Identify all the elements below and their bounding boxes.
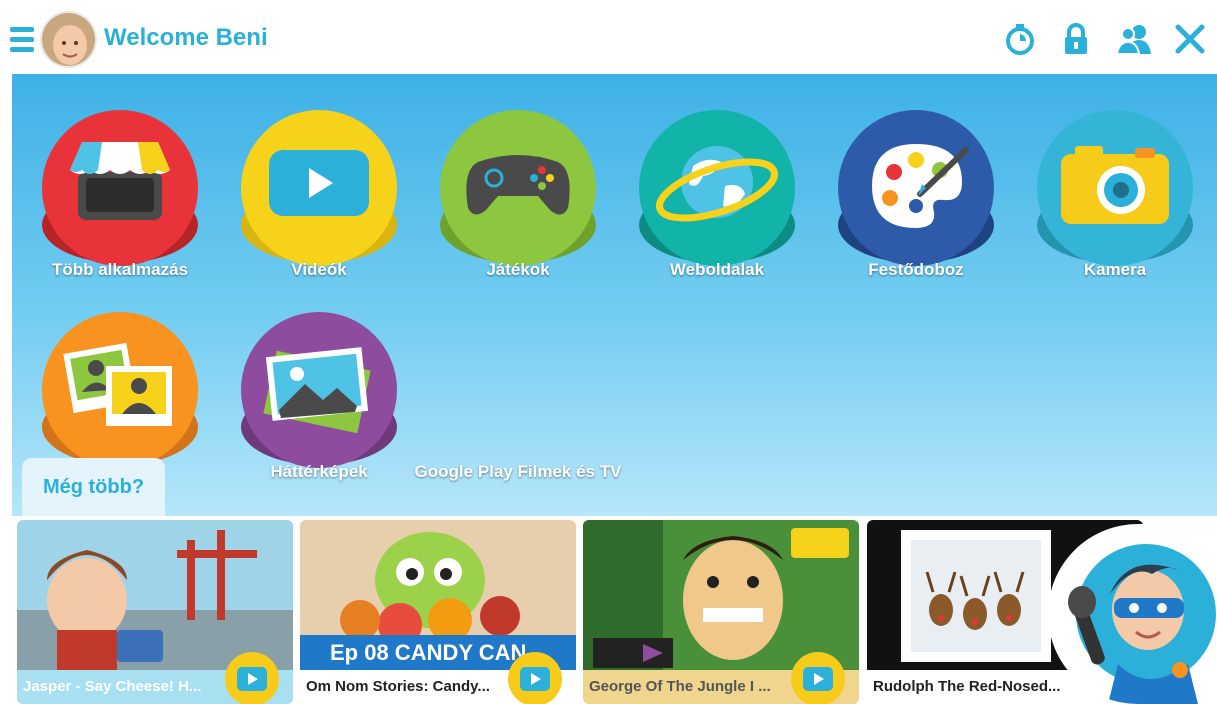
app-camera[interactable]: Kamera [1035,110,1195,310]
avatar[interactable] [40,11,97,68]
app-label: Háttérképek [270,462,368,481]
video-play-icon[interactable] [791,652,845,704]
app-label: Több alkalmazás [51,260,189,279]
video-strip: Jasper - Say Cheese! H... Ep 08 CANDY CA… [0,516,1217,704]
app-paintbox[interactable]: Festődoboz [836,110,996,310]
app-google-play-movies[interactable]: Google Play Filmek és TV [415,312,622,512]
app-label: Festődoboz [868,260,964,279]
video-card[interactable]: George Of The Jungle I ... [583,520,859,704]
camera-icon [1061,146,1169,224]
top-bar: Welcome Beni [0,0,1217,74]
timer-icon[interactable] [1003,22,1037,56]
more-tab[interactable]: Még több? [22,458,165,516]
video-title: Rudolph The Red-Nosed... [873,678,1061,695]
video-title: George Of The Jungle I ... [589,678,771,695]
app-grid: Több alkalmazás Videók Játékok Weboldala… [12,74,1217,516]
video-play-icon[interactable] [508,652,562,704]
app-label: Google Play Filmek és TV [414,462,622,481]
app-label: Játékok [486,260,550,279]
parents-icon[interactable] [1115,22,1153,56]
mascot-icon[interactable] [1048,524,1217,704]
video-title: Jasper - Say Cheese! H... [23,678,202,695]
app-more-apps[interactable]: Több alkalmazás [40,110,200,310]
video-thumbnail [17,520,293,670]
video-title: Om Nom Stories: Candy... [306,678,490,695]
video-play-icon [269,150,369,216]
video-thumbnail [583,520,859,670]
lock-icon[interactable] [1059,22,1093,56]
welcome-text: Welcome Beni [104,24,268,51]
app-games[interactable]: Játékok [438,110,598,310]
kids-launcher: Welcome Beni Több alkalmazás Videók Játé… [0,0,1217,704]
app-websites[interactable]: Weboldalak [637,110,797,310]
app-label: Kamera [1083,260,1147,279]
app-label: Videók [291,260,347,279]
store-icon [70,142,170,220]
video-card[interactable]: Ep 08 CANDY CAN Om Nom Stories: Candy... [300,520,576,704]
video-overlay-text: Ep 08 CANDY CAN [330,640,527,665]
menu-icon[interactable] [10,27,34,53]
app-videos[interactable]: Videók [239,110,399,310]
app-label: Weboldalak [669,260,765,279]
video-play-icon[interactable] [225,652,279,704]
app-wallpapers[interactable]: Háttérképek [239,312,399,512]
close-icon[interactable] [1173,22,1207,56]
video-card[interactable]: Jasper - Say Cheese! H... [17,520,293,704]
